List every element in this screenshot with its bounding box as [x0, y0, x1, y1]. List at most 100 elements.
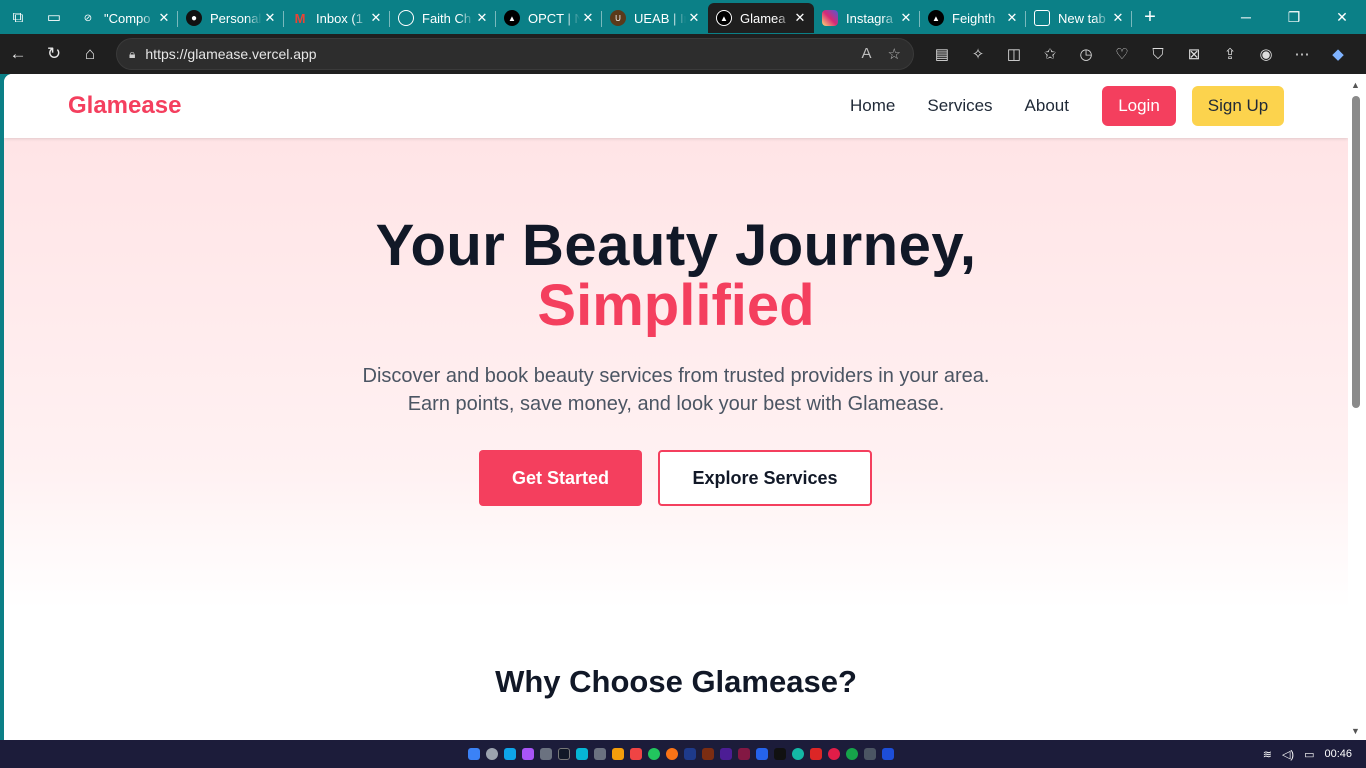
volume-icon[interactable]: ◁) — [1282, 748, 1294, 761]
tab[interactable]: New tab ✕ — [1026, 3, 1132, 33]
url-text[interactable]: https://glamease.vercel.app — [145, 46, 861, 62]
favorite-star-icon[interactable]: ☆ — [888, 45, 901, 63]
site-menu: Home Services About — [850, 86, 1101, 126]
tab[interactable]: M Inbox (1 ✕ — [284, 3, 390, 33]
app-icon[interactable] — [540, 748, 552, 760]
profile-avatar-icon[interactable]: ◉ — [1248, 36, 1284, 72]
app-icon[interactable] — [774, 748, 786, 760]
performance-icon[interactable]: ♡ — [1104, 36, 1140, 72]
edge-icon[interactable] — [504, 748, 516, 760]
vscode-icon[interactable] — [756, 748, 768, 760]
page-scrollbar[interactable]: ▲ ▼ — [1348, 74, 1366, 740]
browser-toolbar: ← ↻ ⌂ 🔒︎ https://glamease.vercel.app A ☆… — [0, 34, 1366, 74]
hero-title: Your Beauty Journey, — [375, 213, 977, 278]
clock[interactable]: 00:46 — [1324, 748, 1352, 760]
github-icon: ● — [186, 10, 202, 26]
tab[interactable]: ▲ OPCT | N ✕ — [496, 3, 602, 33]
copilot-app-icon[interactable] — [522, 748, 534, 760]
tab[interactable]: U UEAB | Ir ✕ — [602, 3, 708, 33]
security-icon[interactable]: ⛉ — [1140, 36, 1176, 72]
explorer-icon[interactable] — [612, 748, 624, 760]
brand-logo[interactable]: Glamease — [68, 92, 181, 120]
scroll-up-icon[interactable]: ▲ — [1351, 80, 1360, 90]
tab[interactable]: ⊘ "Compo ✕ — [72, 3, 178, 33]
vercel-icon: ▲ — [716, 10, 732, 26]
word-icon[interactable] — [882, 748, 894, 760]
window-controls: ─ ❐ ✕ — [1222, 0, 1366, 34]
photoshop-icon[interactable] — [684, 748, 696, 760]
tab[interactable]: Instagra ✕ — [814, 3, 920, 33]
spotify-icon[interactable] — [846, 748, 858, 760]
app-icon[interactable] — [828, 748, 840, 760]
start-icon[interactable] — [468, 748, 480, 760]
wifi-icon[interactable]: ≋ — [1263, 748, 1272, 761]
close-tab-icon[interactable]: ✕ — [156, 10, 172, 26]
tab-title: Glamea — [740, 10, 786, 26]
close-tab-icon[interactable]: ✕ — [1004, 10, 1020, 26]
hero-subtitle: Discover and book beauty services from t… — [362, 365, 990, 415]
close-tab-icon[interactable]: ✕ — [580, 10, 596, 26]
favorites-icon[interactable]: ✩ — [1032, 36, 1068, 72]
app-icon[interactable] — [864, 748, 876, 760]
store-icon[interactable] — [576, 748, 588, 760]
vercel-icon: ▲ — [504, 10, 520, 26]
close-tab-icon[interactable]: ✕ — [262, 10, 278, 26]
screenshot-icon[interactable]: ⊠ — [1176, 36, 1212, 72]
signup-button[interactable]: Sign Up — [1192, 86, 1284, 126]
close-tab-icon[interactable]: ✕ — [792, 10, 808, 26]
xd-icon[interactable] — [738, 748, 750, 760]
minimize-icon[interactable]: ─ — [1222, 0, 1270, 34]
nav-home-link[interactable]: Home — [850, 96, 895, 116]
workspaces-icon[interactable]: ⧉ — [0, 0, 36, 34]
tab[interactable]: Faith Ch ✕ — [390, 3, 496, 33]
explore-services-button[interactable]: Explore Services — [658, 450, 872, 506]
premiere-icon[interactable] — [720, 748, 732, 760]
close-tab-icon[interactable]: ✕ — [368, 10, 384, 26]
app-icon[interactable] — [594, 748, 606, 760]
chrome-icon[interactable] — [648, 748, 660, 760]
get-started-button[interactable]: Get Started — [479, 450, 642, 506]
illustrator-icon[interactable] — [702, 748, 714, 760]
close-window-icon[interactable]: ✕ — [1318, 0, 1366, 34]
tab-list: ⊘ "Compo ✕ ● Personal ✕ M Inbox (1 ✕ Faith Ch ✕… — [72, 0, 1132, 34]
battery-icon[interactable]: ▭ — [1304, 748, 1314, 761]
scrollbar-thumb[interactable] — [1352, 96, 1360, 408]
tab[interactable]: ▲ Feighth ✕ — [920, 3, 1026, 33]
app-icon[interactable] — [558, 748, 570, 760]
tab-title: Feighth — [952, 10, 996, 26]
back-icon[interactable]: ← — [0, 36, 36, 72]
close-tab-icon[interactable]: ✕ — [474, 10, 490, 26]
close-tab-icon[interactable]: ✕ — [1110, 10, 1126, 26]
lock-icon[interactable]: 🔒︎ — [129, 47, 135, 62]
tab-title: New tab — [1058, 10, 1106, 26]
nav-services-link[interactable]: Services — [927, 96, 992, 116]
refresh-icon[interactable]: ↻ — [36, 36, 72, 72]
app-icon[interactable] — [792, 748, 804, 760]
nav-about-link[interactable]: About — [1025, 96, 1069, 116]
youtube-icon[interactable] — [810, 748, 822, 760]
tab-actions-icon[interactable]: ▭ — [36, 0, 72, 34]
close-tab-icon[interactable]: ✕ — [686, 10, 702, 26]
firefox-icon[interactable] — [666, 748, 678, 760]
close-tab-icon[interactable]: ✕ — [898, 10, 914, 26]
read-aloud-icon[interactable]: A — [862, 45, 872, 63]
split-screen-icon[interactable]: ◫ — [996, 36, 1032, 72]
tab-strip: ⧉ ▭ ⊘ "Compo ✕ ● Personal ✕ M Inbox (1 ✕ Faith… — [0, 0, 1366, 34]
search-icon[interactable] — [486, 748, 498, 760]
share-icon[interactable]: ⇪ — [1212, 36, 1248, 72]
scroll-down-icon[interactable]: ▼ — [1351, 726, 1360, 736]
address-bar[interactable]: 🔒︎ https://glamease.vercel.app A ☆ — [116, 38, 914, 70]
new-tab-button[interactable]: + — [1132, 2, 1168, 32]
brave-icon[interactable] — [630, 748, 642, 760]
collections-icon[interactable]: ▤ — [924, 36, 960, 72]
history-icon[interactable]: ◷ — [1068, 36, 1104, 72]
section-title: Why Choose Glamease? — [495, 664, 857, 699]
tab[interactable]: ● Personal ✕ — [178, 3, 284, 33]
copilot-icon[interactable]: ◆ — [1320, 36, 1356, 72]
login-button[interactable]: Login — [1102, 86, 1176, 126]
tab-active[interactable]: ▲ Glamea ✕ — [708, 3, 814, 33]
more-options-icon[interactable]: ⋯ — [1284, 36, 1320, 72]
extensions-icon[interactable]: ✧ — [960, 36, 996, 72]
restore-icon[interactable]: ❐ — [1270, 0, 1318, 34]
home-icon[interactable]: ⌂ — [72, 36, 108, 72]
